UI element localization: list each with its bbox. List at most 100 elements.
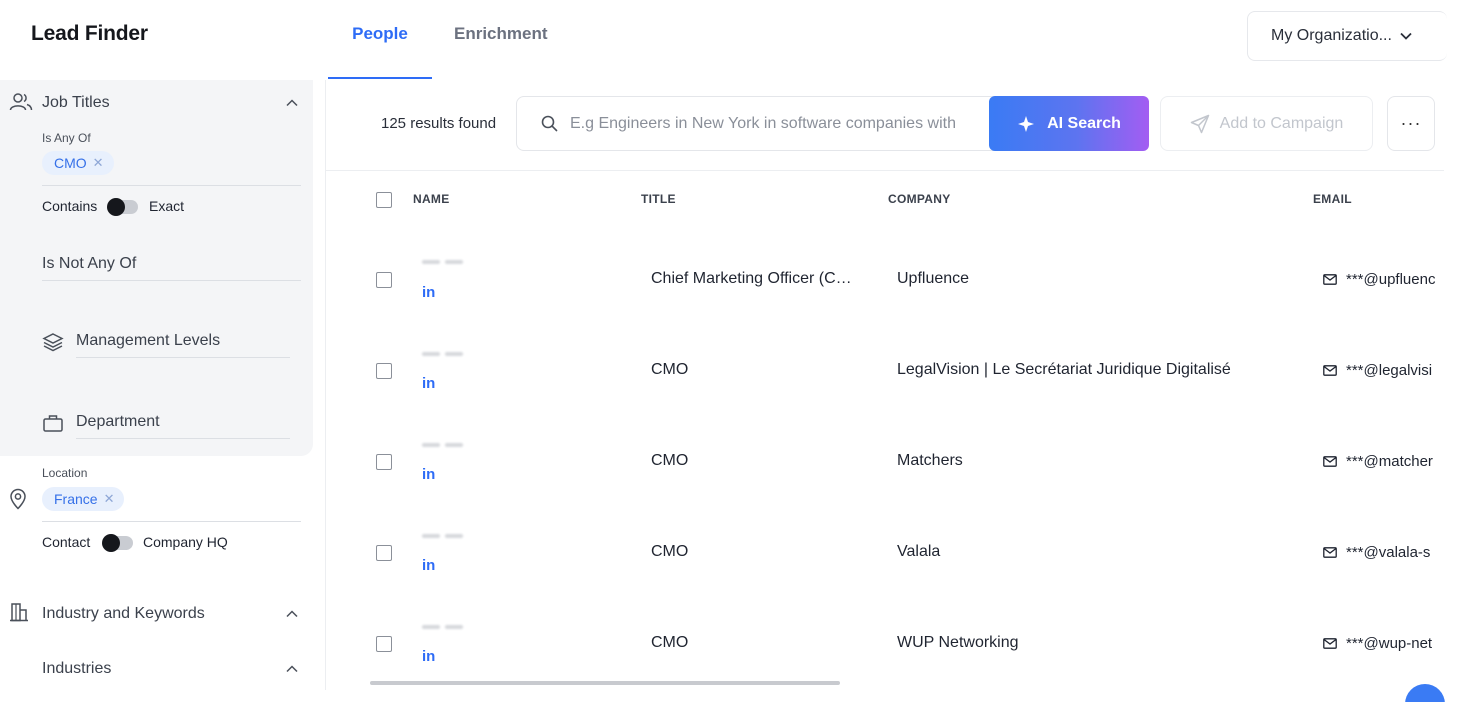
horizontal-scrollbar[interactable] (370, 681, 840, 685)
chevron-up-icon[interactable] (286, 665, 298, 673)
mail-icon (1323, 274, 1337, 285)
title-cell: CMO (651, 452, 689, 469)
industries-label[interactable]: Industries (42, 660, 111, 678)
ai-search-button[interactable]: AI Search (989, 96, 1149, 151)
exact-label: Exact (149, 198, 185, 214)
mail-icon (1323, 365, 1337, 376)
job-title-chip[interactable]: CMO ✕ (42, 151, 114, 175)
divider (42, 185, 301, 186)
email-cell: ***@wup-net (1323, 635, 1432, 652)
chip-label: France (54, 491, 98, 507)
organization-select-label: My Organizatio... (1271, 27, 1392, 44)
row-checkbox[interactable] (376, 272, 392, 288)
row-checkbox[interactable] (376, 363, 392, 379)
add-to-campaign-label: Add to Campaign (1219, 114, 1344, 132)
divider (42, 280, 301, 281)
search-input[interactable] (570, 114, 980, 133)
contact-label: Contact (42, 534, 91, 550)
chevron-down-icon (1400, 32, 1412, 40)
job-titles-label[interactable]: Job Titles (42, 94, 110, 112)
blurred-name (422, 260, 468, 265)
mail-icon (1323, 456, 1337, 467)
divider (76, 438, 290, 439)
location-chip[interactable]: France ✕ (42, 487, 125, 511)
add-to-campaign-button[interactable]: Add to Campaign (1160, 96, 1373, 151)
email-cell: ***@upfluenc (1323, 271, 1435, 288)
blurred-name (422, 352, 468, 357)
title-cell: CMO (651, 543, 689, 560)
linkedin-icon[interactable]: in (422, 557, 435, 574)
linkedin-icon[interactable]: in (422, 648, 435, 665)
location-pin-icon (10, 488, 26, 510)
chevron-up-icon[interactable] (286, 610, 298, 618)
ai-search-label: AI Search (1047, 114, 1121, 132)
top-tabs: People Enrichment (328, 0, 548, 80)
email-cell: ***@matcher (1323, 453, 1433, 470)
linkedin-icon[interactable]: in (422, 466, 435, 483)
briefcase-icon (43, 415, 63, 432)
location-label: Location (42, 466, 88, 480)
toggle-knob (107, 198, 125, 216)
results-count: 125 results found (381, 115, 497, 132)
company-cell: Valala (897, 543, 941, 560)
divider (326, 170, 1444, 171)
company-cell: Matchers (897, 452, 963, 469)
organization-select[interactable]: My Organizatio... (1247, 11, 1447, 61)
mail-icon (1323, 547, 1337, 558)
layers-icon (42, 333, 64, 352)
divider (42, 521, 301, 522)
email-cell: ***@valala-s (1323, 544, 1430, 561)
row-checkbox[interactable] (376, 454, 392, 470)
blurred-name (422, 625, 468, 630)
sidebar-divider (325, 80, 326, 690)
column-header-name[interactable]: NAME (413, 192, 450, 206)
row-checkbox[interactable] (376, 636, 392, 652)
contains-label: Contains (42, 198, 98, 214)
contact-hq-toggle[interactable] (102, 534, 133, 552)
linkedin-icon[interactable]: in (422, 284, 435, 301)
chat-bubble-button[interactable] (1405, 684, 1445, 702)
app-title: Lead Finder (31, 22, 148, 45)
company-cell: Upfluence (897, 270, 970, 287)
management-levels-input[interactable]: Management Levels (76, 332, 220, 350)
email-value: ***@upfluenc (1346, 271, 1436, 288)
sparkle-icon (1018, 115, 1035, 132)
company-cell: LegalVision | Le Secrétariat Juridique D… (897, 361, 1231, 378)
more-options-button[interactable]: ··· (1387, 96, 1435, 151)
blurred-name (422, 443, 468, 448)
is-not-any-of-input[interactable]: Is Not Any Of (42, 255, 136, 273)
building-icon (10, 603, 28, 622)
company-hq-label: Company HQ (143, 534, 228, 550)
column-header-title[interactable]: TITLE (641, 192, 676, 206)
title-cell: CMO (651, 361, 689, 378)
email-cell: ***@legalvisi (1323, 362, 1432, 379)
industry-keywords-label[interactable]: Industry and Keywords (42, 605, 205, 623)
chip-label: CMO (54, 155, 87, 171)
email-value: ***@valala-s (1346, 544, 1431, 561)
row-checkbox[interactable] (376, 545, 392, 561)
toggle-knob (102, 534, 120, 552)
company-cell: WUP Networking (897, 634, 1019, 651)
close-icon[interactable]: ✕ (93, 155, 104, 171)
column-header-company[interactable]: COMPANY (888, 192, 951, 206)
search-icon (541, 115, 558, 132)
mail-icon (1323, 638, 1337, 649)
column-header-email[interactable]: EMAIL (1313, 192, 1352, 206)
email-value: ***@legalvisi (1346, 362, 1433, 379)
close-icon[interactable]: ✕ (104, 491, 115, 507)
contains-exact-toggle[interactable] (107, 198, 138, 216)
title-cell: Chief Marketing Officer (C… (651, 270, 852, 287)
people-icon (9, 93, 33, 111)
chevron-up-icon[interactable] (286, 99, 298, 107)
tab-enrichment[interactable]: Enrichment (454, 0, 548, 80)
linkedin-icon[interactable]: in (422, 375, 435, 392)
tab-people[interactable]: People (328, 0, 432, 79)
department-input[interactable]: Department (76, 413, 160, 431)
email-value: ***@wup-net (1346, 635, 1433, 652)
send-icon (1190, 114, 1209, 133)
title-cell: CMO (651, 634, 689, 651)
is-any-of-label: Is Any Of (42, 131, 91, 145)
select-all-checkbox[interactable] (376, 192, 392, 208)
divider (76, 357, 290, 358)
email-value: ***@matcher (1346, 453, 1433, 470)
